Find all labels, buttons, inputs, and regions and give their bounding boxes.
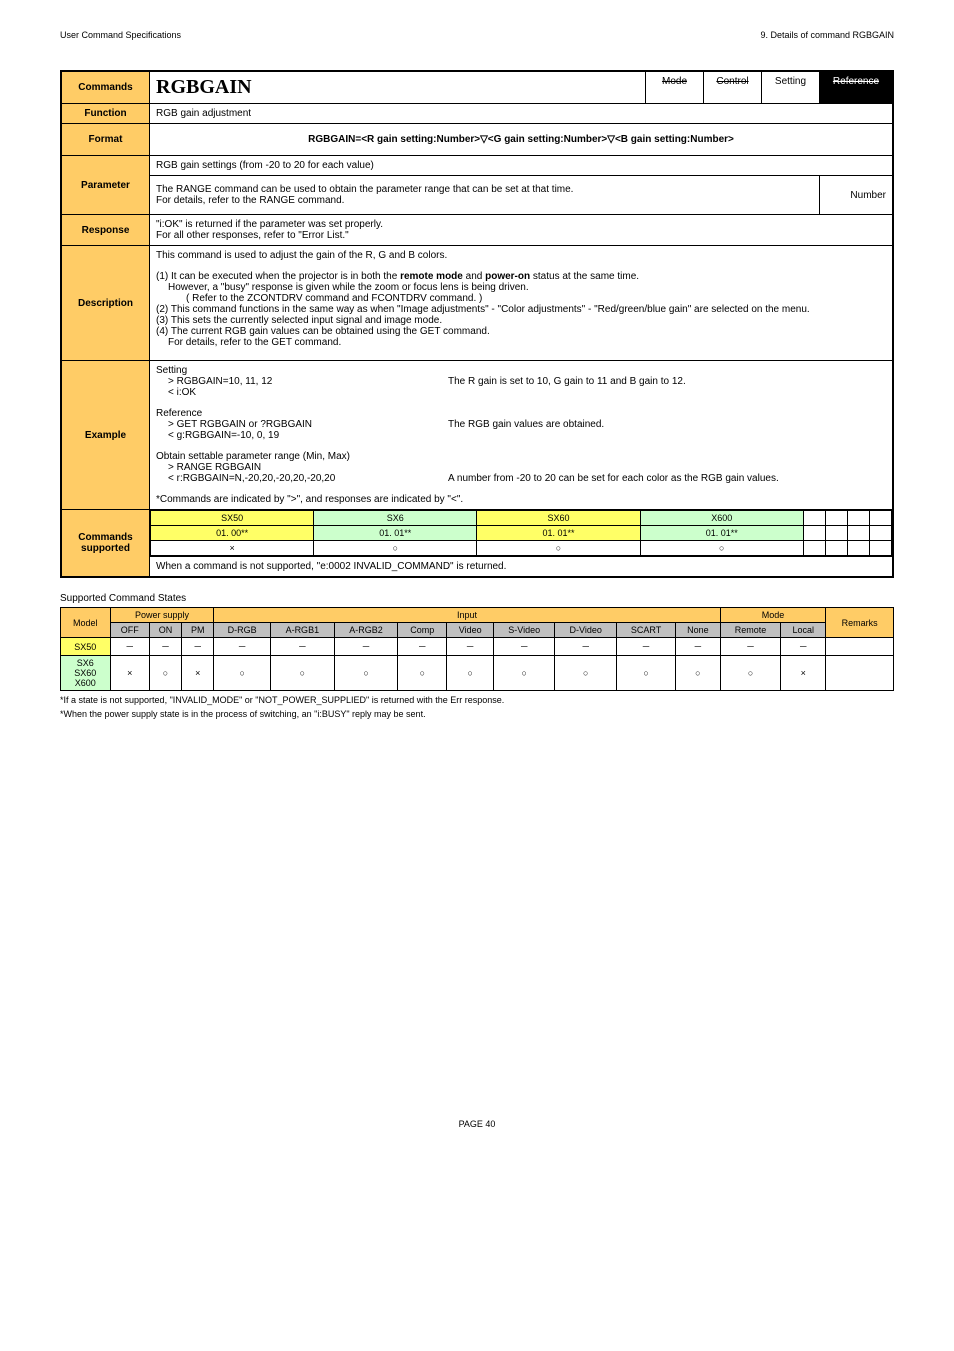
command-name: RGBGAIN	[156, 76, 252, 98]
states-foot2: *When the power supply state is in the p…	[60, 709, 894, 719]
mode-col-setting: Setting	[762, 71, 820, 104]
parameter-line1: RGB gain settings (from -20 to 20 for ea…	[150, 156, 894, 176]
parameter-number: Number	[820, 176, 894, 215]
example-text: Setting > RGBGAIN=10, 11, 12The R gain i…	[150, 361, 894, 510]
supported-note: When a command is not supported, "e:0002…	[150, 557, 894, 578]
states-title: Supported Command States	[60, 593, 894, 604]
format-text: RGBGAIN=<R gain setting:Number>▽<G gain …	[150, 124, 894, 156]
parameter-label: Parameter	[61, 156, 150, 215]
header-left: User Command Specifications	[60, 30, 181, 40]
description-label: Description	[61, 246, 150, 361]
page-footer: PAGE 40	[60, 1119, 894, 1129]
header-right: 9. Details of command RGBGAIN	[760, 30, 894, 40]
commands-label: Commands	[61, 71, 150, 104]
states-table: Model Power supply Input Mode Remarks OF…	[60, 607, 894, 691]
mode-col-mode: Mode	[646, 71, 704, 104]
states-foot1: *If a state is not supported, "INVALID_M…	[60, 695, 894, 705]
response-text: "i:OK" is returned if the parameter was …	[150, 215, 894, 246]
mode-col-reference: Reference	[820, 71, 894, 104]
parameter-detail: The RANGE command can be used to obtain …	[150, 176, 820, 215]
supported-label: Commands supported	[61, 510, 150, 578]
page-header: User Command Specifications 9. Details o…	[60, 30, 894, 40]
row2-models: SX6SX60X600	[61, 656, 111, 691]
response-label: Response	[61, 215, 150, 246]
supported-models: SX50 SX6 SX60 X600 01. 00** 01. 01** 01.…	[150, 510, 894, 557]
format-label: Format	[61, 124, 150, 156]
command-spec-table: Commands RGBGAIN Mode Control Setting Re…	[60, 70, 894, 578]
mode-col-control: Control	[704, 71, 762, 104]
description-text: This command is used to adjust the gain …	[150, 246, 894, 361]
function-label: Function	[61, 104, 150, 124]
function-text: RGB gain adjustment	[150, 104, 894, 124]
example-label: Example	[61, 361, 150, 510]
